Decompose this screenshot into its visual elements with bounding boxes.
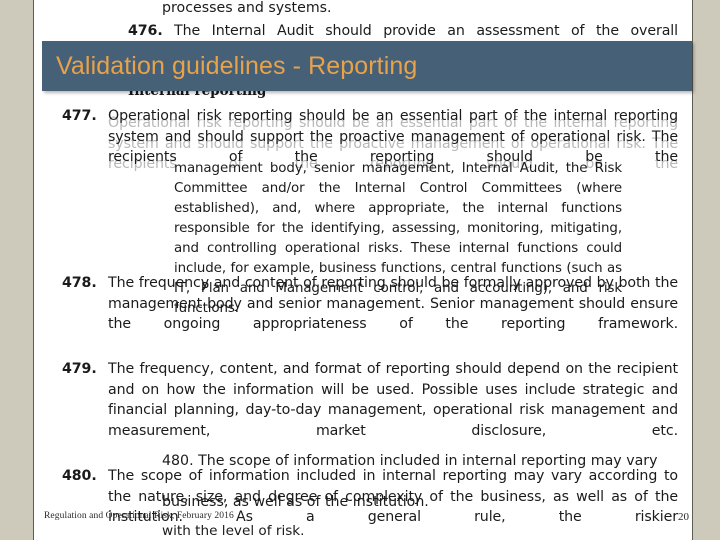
paragraph-text-478: The frequency and content of reporting s… xyxy=(108,275,678,332)
paragraph-480: 480. The scope of information included i… xyxy=(56,466,678,540)
footer-text: Regulation and Operational Risk, Februar… xyxy=(44,511,234,521)
paragraph-478: 478. The frequency and content of report… xyxy=(56,273,678,355)
page-title: Validation guidelines - Reporting xyxy=(56,51,418,80)
page-number: 20 xyxy=(678,511,689,523)
right-decorative-band xyxy=(693,0,720,540)
paragraph-number-479: 479. xyxy=(62,361,97,377)
slide-title-banner: Validation guidelines - Reporting xyxy=(42,41,692,91)
slide-canvas: Operational risk reporting should be an … xyxy=(0,0,720,540)
paragraph-number-478: 478. xyxy=(62,275,97,291)
paragraph-number-480: 480. xyxy=(62,468,97,484)
paragraph-479: 479. The frequency, content, and format … xyxy=(56,359,678,462)
paragraph-number-477: 477. xyxy=(62,108,97,124)
right-rule-divider xyxy=(692,0,693,540)
left-decorative-band xyxy=(0,0,33,540)
paragraph-text-480: The scope of information included in int… xyxy=(108,468,678,525)
top-fragment-line: processes and systems. xyxy=(162,0,332,16)
paragraph-text-479: The frequency, content, and format of re… xyxy=(108,361,678,439)
